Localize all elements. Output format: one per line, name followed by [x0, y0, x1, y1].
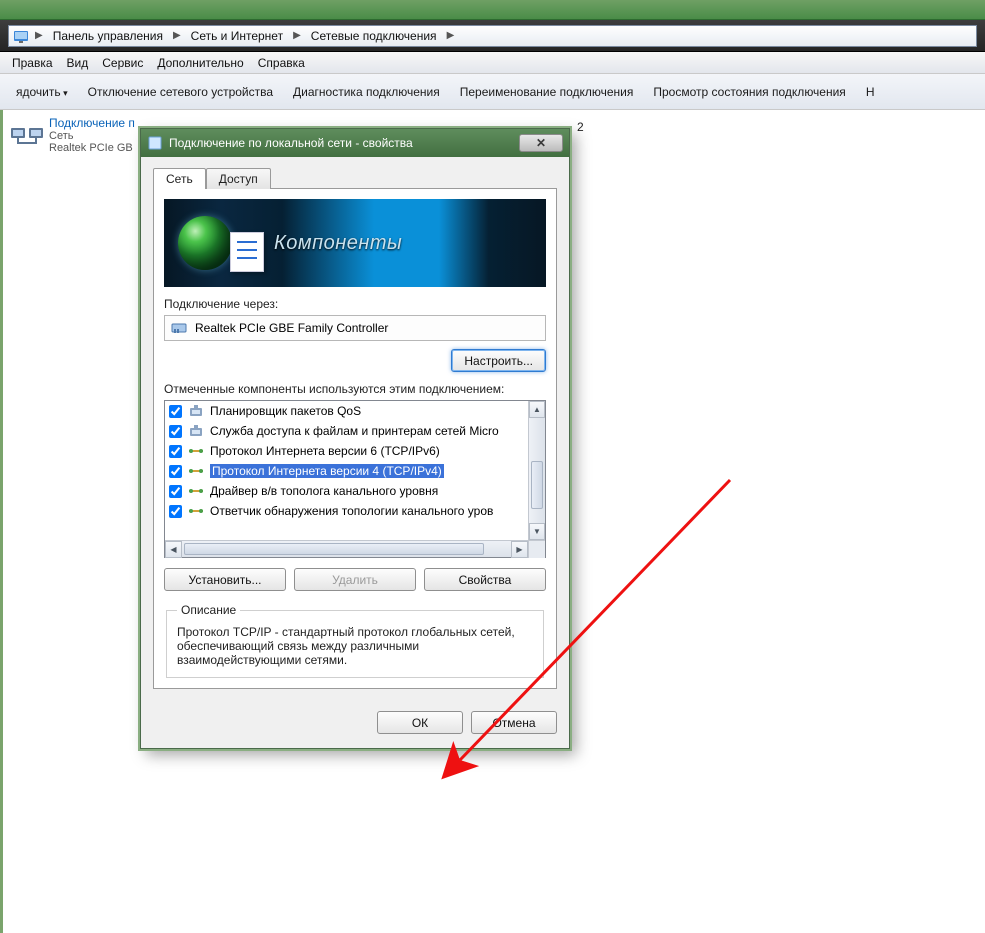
checklist-icon [230, 232, 264, 272]
component-label: Планировщик пакетов QoS [210, 404, 361, 418]
component-checkbox[interactable] [169, 445, 182, 458]
close-icon: ✕ [536, 136, 546, 150]
protocol-icon [188, 463, 204, 479]
tab-access[interactable]: Доступ [206, 168, 271, 189]
breadcrumb-item[interactable]: Панель управления [49, 27, 167, 45]
control-panel-icon [13, 28, 29, 44]
dialog-icon [147, 135, 163, 151]
component-row[interactable]: Протокол Интернета версии 6 (TCP/IPv6) [165, 441, 528, 461]
component-checkbox[interactable] [169, 405, 182, 418]
component-row[interactable]: Протокол Интернета версии 4 (TCP/IPv4) [165, 461, 528, 481]
component-row[interactable]: Планировщик пакетов QoS [165, 401, 528, 421]
menu-item-help[interactable]: Справка [258, 56, 305, 70]
banner-caption: Компоненты [274, 232, 532, 255]
remove-button: Удалить [294, 568, 416, 591]
component-label: Протокол Интернета версии 4 (TCP/IPv4) [210, 464, 444, 478]
tab-strip: Сеть Доступ [153, 168, 557, 189]
menu-bar: Правка Вид Сервис Дополнительно Справка [0, 52, 985, 74]
tab-panel-network: Компоненты Подключение через: Realtek PC… [153, 188, 557, 689]
adapter-field: Realtek PCIe GBE Family Controller [164, 315, 546, 341]
description-text: Протокол TCP/IP - стандартный протокол г… [177, 625, 533, 667]
connect-via-label: Подключение через: [164, 297, 546, 311]
protocol-icon [188, 483, 204, 499]
component-checkbox[interactable] [169, 425, 182, 438]
globe-icon [178, 216, 232, 270]
toolbar-overflow[interactable]: Н [856, 81, 885, 103]
address-bar: ▶ Панель управления ▶ Сеть и Интернет ▶ … [0, 20, 985, 52]
component-label: Протокол Интернета версии 6 (TCP/IPv6) [210, 444, 440, 458]
breadcrumb-item[interactable]: Сетевые подключения [307, 27, 441, 45]
chevron-right-icon: ▶ [173, 30, 181, 41]
scroll-thumb[interactable] [531, 461, 543, 509]
install-button[interactable]: Установить... [164, 568, 286, 591]
protocol-icon [188, 443, 204, 459]
scroll-thumb[interactable] [184, 543, 484, 555]
ok-button[interactable]: ОК [377, 711, 463, 734]
banner: Компоненты [164, 199, 546, 287]
scroll-up-icon[interactable]: ▲ [529, 401, 545, 418]
toolbar-rename[interactable]: Переименование подключения [450, 81, 644, 103]
scroll-left-icon[interactable]: ◀ [165, 541, 182, 558]
adapter-name: Realtek PCIe GBE Family Controller [195, 321, 388, 335]
connection-list-item[interactable]: Подключение п Сеть Realtek PCIe GB [9, 116, 139, 154]
horizontal-scrollbar[interactable]: ◀ ▶ [165, 540, 545, 557]
description-group: Описание Протокол TCP/IP - стандартный п… [166, 603, 544, 678]
toolbar-diagnose[interactable]: Диагностика подключения [283, 81, 450, 103]
menu-item-service[interactable]: Сервис [102, 56, 143, 70]
stray-text: 2 [577, 120, 584, 134]
component-checkbox[interactable] [169, 485, 182, 498]
vertical-scrollbar[interactable]: ▲ ▼ [528, 401, 545, 540]
configure-button[interactable]: Настроить... [451, 349, 546, 372]
network-adapter-icon [9, 116, 45, 152]
scrollbar-corner [528, 541, 545, 558]
close-button[interactable]: ✕ [519, 134, 563, 152]
window-top-border [0, 0, 985, 20]
component-label: Служба доступа к файлам и принтерам сете… [210, 424, 499, 438]
menu-item-view[interactable]: Вид [67, 56, 89, 70]
scroll-right-icon[interactable]: ▶ [511, 541, 528, 558]
toolbar-disable-device[interactable]: Отключение сетевого устройства [78, 81, 283, 103]
service-icon [188, 423, 204, 439]
components-label: Отмеченные компоненты используются этим … [164, 382, 546, 396]
toolbar-organize[interactable]: ядочить [6, 81, 78, 103]
command-bar: ядочить Отключение сетевого устройства Д… [0, 74, 985, 110]
description-legend: Описание [177, 603, 240, 617]
chevron-right-icon: ▶ [293, 30, 301, 41]
dialog-titlebar[interactable]: Подключение по локальной сети - свойства… [141, 129, 569, 157]
toolbar-view-status[interactable]: Просмотр состояния подключения [643, 81, 855, 103]
component-row[interactable]: Ответчик обнаружения топологии канальног… [165, 501, 528, 521]
component-list: Планировщик пакетов QoS Служба доступа к … [164, 400, 546, 558]
menu-item-edit[interactable]: Правка [12, 56, 53, 70]
breadcrumb-item[interactable]: Сеть и Интернет [187, 27, 287, 45]
component-row[interactable]: Служба доступа к файлам и принтерам сете… [165, 421, 528, 441]
service-icon [188, 403, 204, 419]
component-label: Драйвер в/в тополога канального уровня [210, 484, 438, 498]
chevron-right-icon: ▶ [447, 30, 455, 41]
component-label: Ответчик обнаружения топологии канальног… [210, 504, 493, 518]
protocol-icon [188, 503, 204, 519]
cancel-button[interactable]: Отмена [471, 711, 557, 734]
menu-item-extra[interactable]: Дополнительно [157, 56, 243, 70]
component-checkbox[interactable] [169, 465, 182, 478]
component-checkbox[interactable] [169, 505, 182, 518]
nic-icon [171, 320, 187, 336]
scroll-down-icon[interactable]: ▼ [529, 523, 545, 540]
breadcrumb[interactable]: ▶ Панель управления ▶ Сеть и Интернет ▶ … [8, 25, 977, 47]
tab-network[interactable]: Сеть [153, 168, 206, 189]
properties-dialog: Подключение по локальной сети - свойства… [140, 128, 570, 749]
chevron-right-icon: ▶ [35, 30, 43, 41]
properties-button[interactable]: Свойства [424, 568, 546, 591]
component-row[interactable]: Драйвер в/в тополога канального уровня [165, 481, 528, 501]
dialog-title: Подключение по локальной сети - свойства [169, 136, 413, 150]
